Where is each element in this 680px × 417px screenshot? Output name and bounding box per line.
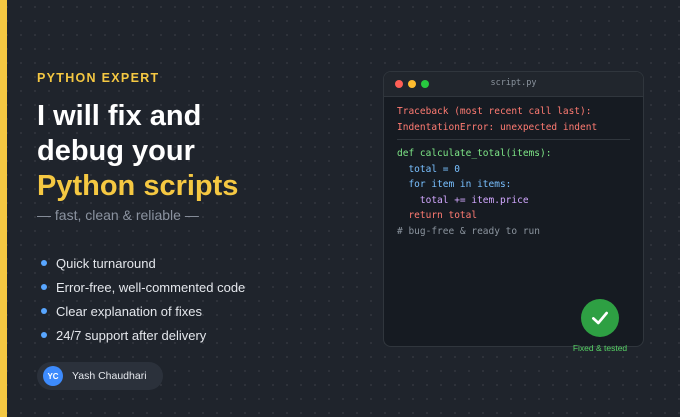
feature-text: Error-free, well-commented code: [56, 279, 246, 295]
error-line: Traceback (most recent call last):: [397, 106, 592, 117]
code-divider: [397, 139, 630, 140]
code-comment: # bug-free & ready to run: [397, 225, 540, 237]
window-titlebar: script.py: [384, 72, 643, 97]
author-chip[interactable]: YC Yash Chaudhari: [37, 362, 163, 390]
window-title: script.py: [490, 78, 537, 88]
headline-line-2: debug your: [37, 135, 195, 167]
code-line: return total: [397, 210, 478, 221]
feature-text: 24/7 support after delivery: [56, 327, 207, 343]
code-line: total = 0: [397, 163, 460, 175]
code-block: Traceback (most recent call last): Inden…: [397, 104, 633, 239]
feature-text: Clear explanation of fixes: [56, 303, 202, 319]
feature-list: Quick turnaround Error-free, well-commen…: [41, 251, 245, 347]
code-line: def calculate_total(items):: [397, 148, 552, 159]
status-badge-label: Fixed & tested: [572, 343, 628, 353]
avatar: YC: [43, 366, 63, 386]
feature-item: Quick turnaround: [41, 251, 245, 275]
tagline: — fast, clean & reliable —: [37, 207, 199, 223]
author-name: Yash Chaudhari: [72, 370, 147, 382]
checkmark-glyph: [592, 311, 608, 325]
eyebrow-label: PYTHON EXPERT: [37, 71, 160, 85]
bullet-dot-icon: [41, 308, 47, 314]
feature-item: Error-free, well-commented code: [41, 275, 245, 299]
headline-line-1: I will fix and: [37, 100, 202, 132]
headline: I will fix and debug your Python scripts: [37, 99, 238, 204]
feature-text: Quick turnaround: [56, 255, 156, 271]
error-line: IndentationError: unexpected indent: [397, 121, 598, 133]
feature-item: 24/7 support after delivery: [41, 323, 245, 347]
accent-bar: [0, 0, 7, 417]
checkmark-icon: [581, 299, 619, 337]
feature-item: Clear explanation of fixes: [41, 299, 245, 323]
headline-highlight: Python scripts: [37, 170, 239, 202]
code-line: for item in items:: [397, 179, 512, 190]
bullet-dot-icon: [41, 284, 47, 290]
bullet-dot-icon: [41, 260, 47, 266]
code-line: total += item.price: [397, 194, 529, 206]
bullet-dot-icon: [41, 332, 47, 338]
